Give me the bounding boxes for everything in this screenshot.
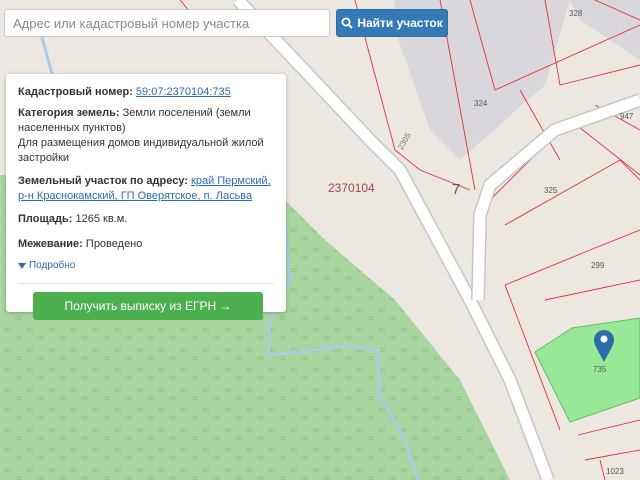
search-button-label: Найти участок	[357, 16, 443, 30]
survey-row: Межевание: Проведено	[18, 237, 274, 252]
plot-label: 735	[593, 365, 607, 374]
category-row: Категория земель: Земли поселений (земли…	[18, 106, 274, 136]
area-label: Площадь:	[18, 213, 73, 225]
plot-label: 947	[620, 112, 634, 121]
survey-value: Проведено	[85, 238, 143, 250]
plot-label: 325	[544, 186, 558, 195]
egrn-extract-button[interactable]: Получить выписку из ЕГРН →	[33, 292, 263, 320]
cadastral-number-link[interactable]: 59:07:2370104:735	[136, 86, 231, 98]
purpose-value: Для размещения домов индивидуальной жило…	[18, 137, 264, 164]
zone-label: 7	[452, 181, 460, 198]
plot-label: 299	[591, 261, 605, 270]
address-row: Земельный участок по адресу: край Пермск…	[18, 174, 274, 204]
details-toggle[interactable]: Подробно	[18, 258, 274, 273]
cadastral-label: Кадастровый номер:	[18, 86, 133, 98]
plot-label: 324	[474, 99, 488, 108]
category-label: Категория земель:	[18, 107, 120, 119]
area-value: 1265 кв.м.	[75, 213, 128, 225]
details-toggle-label: Подробно	[29, 260, 76, 271]
survey-label: Межевание:	[18, 238, 83, 250]
search-icon	[341, 17, 354, 29]
search-input[interactable]	[4, 9, 330, 37]
parcel-info-card: Кадастровый номер: 59:07:2370104:735 Кат…	[6, 74, 286, 320]
address-label: Земельный участок по адресу:	[18, 175, 188, 187]
triangle-down-icon	[18, 262, 26, 269]
card-divider	[18, 283, 274, 284]
plot-label: 328	[569, 9, 583, 18]
plot-label: 1023	[606, 467, 624, 476]
quarter-label: 2370104	[328, 181, 375, 195]
search-button[interactable]: Найти участок	[336, 9, 448, 37]
area-row: Площадь: 1265 кв.м.	[18, 212, 274, 227]
cadastral-row: Кадастровый номер: 59:07:2370104:735	[18, 85, 274, 100]
